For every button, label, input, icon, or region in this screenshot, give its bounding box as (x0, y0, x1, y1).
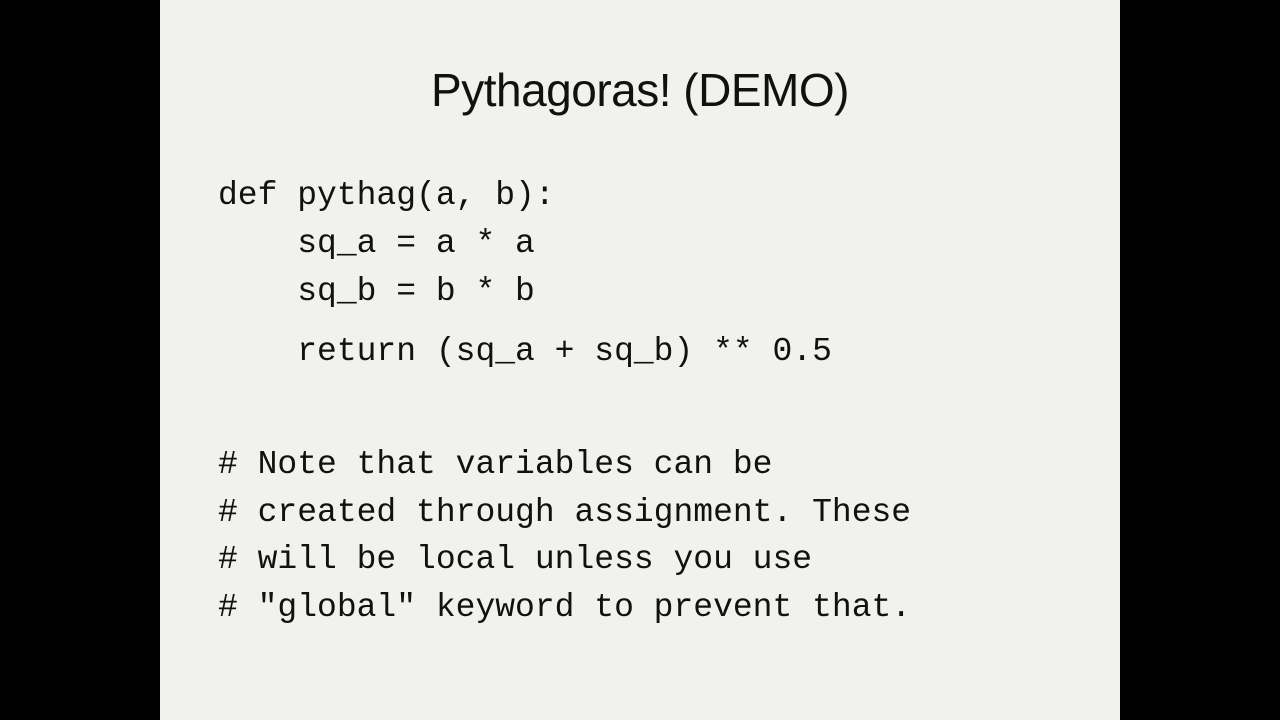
code-block: def pythag(a, b): sq_a = a * a sq_b = b … (218, 172, 832, 376)
video-frame: Pythagoras! (DEMO) def pythag(a, b): sq_… (0, 0, 1280, 720)
code-line-def: def pythag(a, b): (218, 177, 555, 214)
code-line-return: return (sq_a + sq_b) ** 0.5 (218, 333, 832, 370)
code-line-sq-a: sq_a = a * a (218, 225, 535, 262)
slide-title: Pythagoras! (DEMO) (431, 64, 849, 116)
comment-line: # Note that variables can be (218, 446, 773, 483)
presentation-slide: Pythagoras! (DEMO) def pythag(a, b): sq_… (160, 0, 1120, 720)
comment-block: # Note that variables can be # created t… (218, 441, 911, 631)
comment-line: # created through assignment. These (218, 493, 912, 531)
code-line-sq-b: sq_b = b * b (218, 273, 535, 310)
comment-line: # will be local unless you use (218, 541, 813, 578)
comment-line: # "global" keyword to prevent that. (218, 588, 912, 626)
